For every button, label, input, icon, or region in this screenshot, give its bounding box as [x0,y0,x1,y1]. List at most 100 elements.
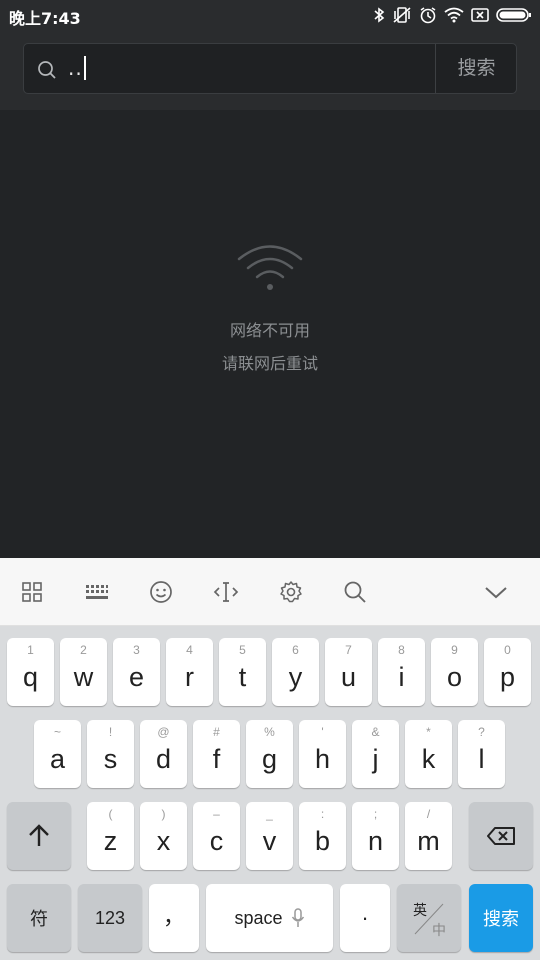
vibrate-off-icon [393,7,411,23]
comma-label: ， [162,904,185,929]
key-p[interactable]: 0p [484,638,531,706]
key-sub-label: 2 [80,643,87,657]
key-n[interactable]: ; n [352,802,399,870]
key-u[interactable]: 7u [325,638,372,706]
search-query-text: .. [68,56,83,80]
key-sub-label: _ [266,807,273,821]
key-label: m [417,826,440,856]
key-q[interactable]: 1q [7,638,54,706]
error-title: 网络不可用 [229,321,310,340]
key-sub-label: % [264,725,275,739]
search-icon[interactable] [342,579,368,605]
key-t[interactable]: 5t [219,638,266,706]
key-sub-label: @ [157,725,170,739]
key-label: k [421,744,436,774]
key-m[interactable]: / m [405,802,452,870]
key-v[interactable]: _ v [246,802,293,870]
key-i[interactable]: 8i [378,638,425,706]
emoji-icon[interactable] [148,579,174,605]
sim-x-icon [471,8,489,22]
backspace-key[interactable] [469,802,533,870]
key-label: b [314,826,331,856]
shift-icon [7,802,71,870]
key-label: i [398,662,405,692]
key-sub-label: 4 [186,643,193,657]
wifi-icon [237,245,303,290]
wifi-icon [444,7,464,23]
key-label: o [446,662,463,692]
key-sub-label: ~ [53,725,61,739]
symbols-key[interactable]: 符 [7,884,71,952]
numbers-key[interactable]: 123 [78,884,142,952]
key-label: p [499,662,516,692]
space-content: space [206,884,333,952]
search-button[interactable]: 搜索 [436,44,517,93]
key-c[interactable]: – c [193,802,240,870]
key-label: h [314,744,331,774]
comma-key[interactable]: ， [149,884,199,952]
key-sub-label: – [213,807,220,821]
search-header: .. 搜索 [0,30,540,110]
key-j[interactable]: & j [352,720,399,788]
period-label: · [361,905,369,930]
key-sub-label: ? [478,725,485,739]
key-sub-label: & [371,725,380,739]
grid-icon[interactable] [19,579,45,605]
key-sub-label: : [320,807,325,821]
language-key[interactable]: 英中 [397,884,461,952]
settings-icon[interactable] [278,579,304,605]
collapse-icon[interactable] [483,579,509,605]
key-sub-label: 5 [239,643,246,657]
key-sub-label: ; [373,807,378,821]
key-d[interactable]: @ d [140,720,187,788]
key-k[interactable]: * k [405,720,452,788]
status-time: 晚上7:43 [9,9,81,28]
key-label: g [261,744,278,774]
space-key[interactable]: space [206,884,333,952]
key-o[interactable]: 9o [431,638,478,706]
backspace-icon [469,802,533,870]
keyboard-icon[interactable] [84,579,110,605]
status-icons [373,4,532,26]
search-input[interactable]: .. 搜索 [23,43,517,94]
key-label: j [372,744,379,774]
key-h[interactable]: ' h [299,720,346,788]
key-sub-label: 7 [345,643,352,657]
key-sub-label: ! [108,725,113,739]
key-f[interactable]: # f [193,720,240,788]
symbols-label: 符 [30,909,48,929]
period-key[interactable]: · [340,884,390,952]
key-a[interactable]: ~ a [34,720,81,788]
search-enter-key[interactable]: 搜索 [469,884,533,952]
key-label: v [262,826,277,856]
cursor-move-icon[interactable] [213,579,239,605]
key-y[interactable]: 6y [272,638,319,706]
key-w[interactable]: 2w [60,638,107,706]
key-b[interactable]: :b [299,802,346,870]
key-e[interactable]: 3e [113,638,160,706]
keyboard-toolbar [0,558,540,626]
key-x[interactable]: ) x [140,802,187,870]
key-z[interactable]: (z [87,802,134,870]
key-label: t [238,662,247,692]
key-g[interactable]: % g [246,720,293,788]
key-label: s [103,744,118,774]
key-sub-label: 3 [133,643,140,657]
battery-icon [496,8,531,22]
key-s[interactable]: ! s [87,720,134,788]
key-label: l [478,744,485,774]
bluetooth-icon [374,7,385,23]
search-query[interactable]: .. [68,56,86,80]
status-bar: 晚上7:43 [0,0,540,30]
key-label: n [367,826,384,856]
shift-key[interactable] [7,802,71,870]
key-r[interactable]: 4r [166,638,213,706]
enter-label: 搜索 [483,909,519,929]
key-label: u [340,662,357,692]
key-sub-label: ) [161,807,166,821]
key-sub-label: 6 [292,643,299,657]
key-sub-label: # [213,725,220,739]
key-sub-label: 0 [504,643,511,657]
search-icon [38,61,56,79]
key-l[interactable]: ? l [458,720,505,788]
